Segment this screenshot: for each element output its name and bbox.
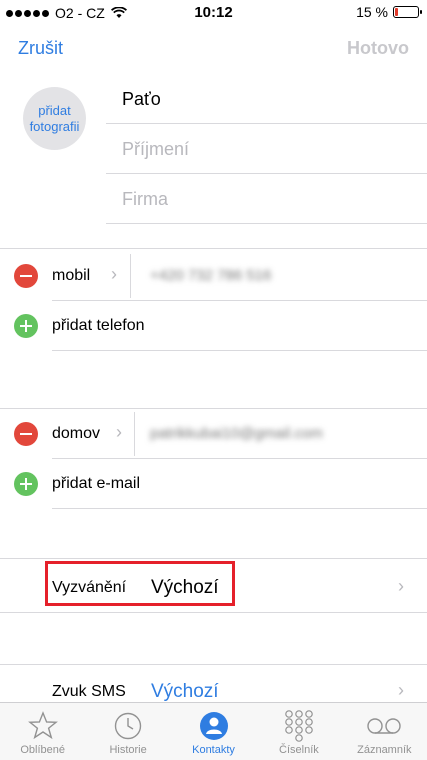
chevron-right-icon[interactable]: › (111, 264, 117, 285)
add-photo-label: přidat fotografii (29, 102, 80, 134)
tab-voicemail-label: Záznamník (357, 744, 412, 756)
chevron-right-icon: › (398, 576, 404, 596)
tab-contacts[interactable]: Kontakty (171, 703, 256, 760)
divider (0, 664, 427, 665)
battery-percent: 15 % (356, 4, 388, 20)
status-bar: O2 - CZ 10:12 15 % (0, 0, 427, 26)
sms-tone-label: Zvuk SMS (52, 683, 126, 700)
status-right: 15 % (356, 4, 422, 20)
divider (134, 412, 135, 456)
company-field[interactable]: Firma (106, 174, 427, 224)
phone-row: mobil › +420 732 786 516 (0, 252, 427, 300)
email-type-label[interactable]: domov (52, 425, 100, 443)
tab-keypad[interactable]: Číselník (256, 703, 341, 760)
chevron-right-icon[interactable]: › (116, 422, 122, 443)
add-email-button[interactable] (14, 472, 38, 496)
tab-favorites-label: Oblíbené (20, 744, 66, 756)
tab-history-label: Historie (109, 744, 147, 756)
tab-keypad-label: Číselník (279, 744, 319, 756)
company-placeholder: Firma (122, 189, 168, 209)
sms-tone-row[interactable]: Zvuk SMS Výchozí › (0, 670, 427, 702)
first-name-value: Paťo (122, 89, 161, 109)
divider (0, 558, 427, 559)
keypad-icon (256, 709, 341, 743)
add-phone-button[interactable] (14, 314, 38, 338)
voicemail-icon (342, 709, 427, 743)
cancel-button[interactable]: Zrušit (18, 38, 63, 59)
person-icon (171, 709, 256, 743)
add-email-row[interactable]: přidat e-mail (0, 460, 427, 508)
remove-phone-button[interactable] (14, 264, 38, 288)
divider (52, 508, 427, 509)
remove-email-button[interactable] (14, 422, 38, 446)
last-name-field[interactable]: Příjmení (106, 124, 427, 174)
last-name-placeholder: Příjmení (122, 139, 190, 159)
clock-icon (85, 709, 170, 743)
divider (52, 350, 427, 351)
divider (0, 248, 427, 249)
phone-value[interactable]: +420 732 786 516 (150, 267, 271, 284)
tab-voicemail[interactable]: Záznamník (342, 703, 427, 760)
divider (130, 254, 131, 298)
add-email-label: přidat e-mail (52, 475, 141, 492)
divider (0, 612, 427, 613)
add-phone-label: přidat telefon (52, 317, 145, 334)
battery-fill (395, 8, 398, 16)
battery-icon (393, 6, 422, 18)
chevron-right-icon: › (398, 680, 404, 700)
divider (52, 300, 427, 301)
email-value[interactable]: patrikkubai10@gmail.com (150, 425, 323, 442)
tab-favorites[interactable]: Oblíbené (0, 703, 85, 760)
tab-bar: Oblíbené Historie Kontakty Číselník Zázn… (0, 702, 427, 760)
sms-tone-value: Výchozí (151, 681, 219, 702)
phone-type-label[interactable]: mobil (52, 267, 90, 285)
email-row: domov › patrikkubai10@gmail.com (0, 410, 427, 458)
star-icon (0, 709, 85, 743)
done-button[interactable]: Hotovo (347, 38, 409, 59)
divider (0, 408, 427, 409)
add-phone-row[interactable]: přidat telefon (0, 302, 427, 350)
first-name-field[interactable]: Paťo (106, 74, 427, 124)
divider (52, 458, 427, 459)
ringtone-highlight-box (45, 561, 235, 606)
add-photo-button[interactable]: přidat fotografii (23, 87, 86, 150)
tab-history[interactable]: Historie (85, 703, 170, 760)
tab-contacts-label: Kontakty (192, 744, 235, 756)
